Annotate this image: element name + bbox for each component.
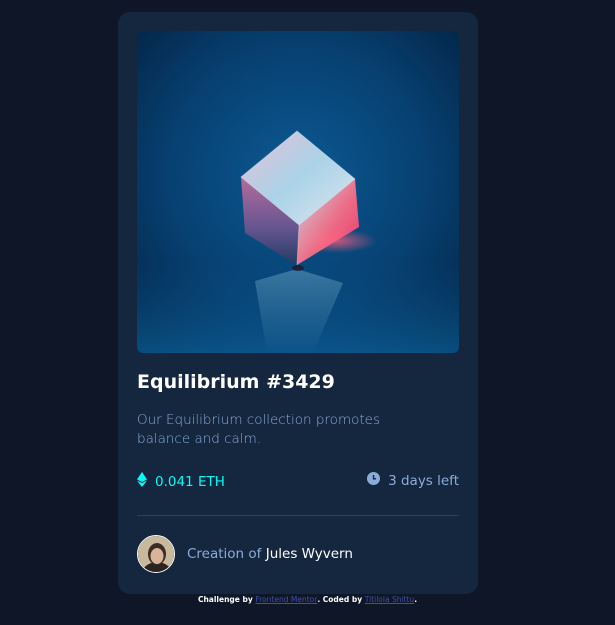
equilibrium-cube-image	[137, 31, 459, 353]
nft-image[interactable]	[137, 31, 459, 353]
attribution-coded-by: . Coded by	[317, 595, 363, 604]
author-link[interactable]: Titilola Shittu	[365, 595, 414, 604]
time-left-value: 3 days left	[388, 472, 459, 489]
attribution: Challenge by Frontend Mentor. Coded by T…	[0, 595, 615, 604]
nft-description: Our Equilibrium collection promotes bala…	[137, 412, 380, 447]
nft-title[interactable]: Equilibrium #3429	[137, 371, 335, 393]
clock-icon	[367, 472, 381, 489]
attribution-challenge: Challenge by	[197, 595, 253, 604]
frontend-mentor-link[interactable]: Frontend Mentor	[255, 595, 317, 604]
avatar	[137, 535, 175, 573]
time-left: 3 days left	[367, 472, 459, 489]
nft-card: Equilibrium #3429 Our Equilibrium collec…	[118, 12, 478, 594]
creator-name[interactable]: Jules Wyvern	[266, 546, 353, 562]
price: 0.041 ETH	[137, 472, 225, 491]
creator: Creation of Jules Wyvern	[137, 535, 353, 573]
attribution-end: .	[414, 595, 418, 604]
price-value: 0.041 ETH	[155, 473, 225, 490]
divider	[137, 515, 459, 516]
creator-prefix: Creation of	[187, 546, 262, 562]
creator-text: Creation of Jules Wyvern	[187, 546, 353, 562]
ethereum-icon	[137, 472, 147, 491]
